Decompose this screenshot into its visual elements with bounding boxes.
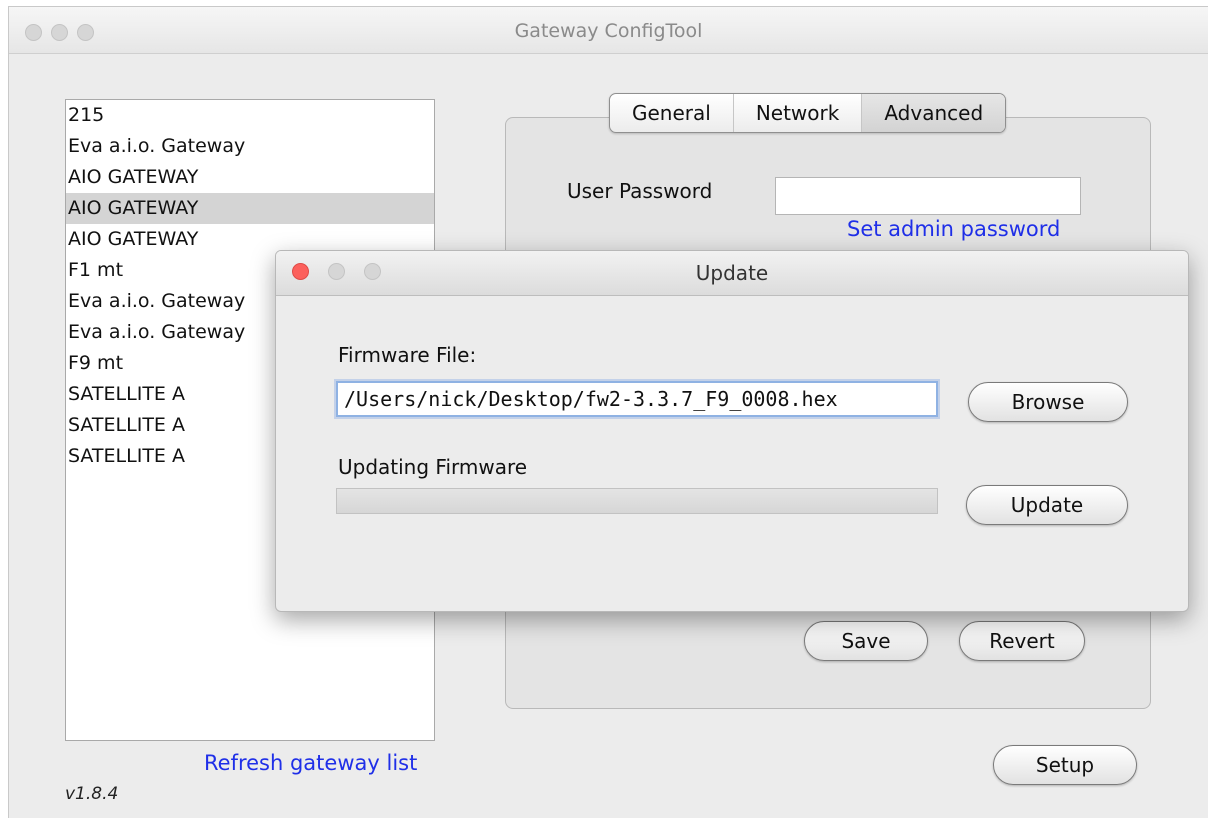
list-item[interactable]: AIO GATEWAY [66,162,434,193]
refresh-gateway-list-link[interactable]: Refresh gateway list [204,751,417,775]
tab-network[interactable]: Network [734,94,863,132]
updating-firmware-label: Updating Firmware [338,455,528,479]
window-title: Gateway ConfigTool [514,20,703,42]
user-password-label: User Password [567,179,713,203]
firmware-file-label: Firmware File: [338,343,477,367]
main-titlebar[interactable]: Gateway ConfigTool [9,7,1208,54]
browse-button[interactable]: Browse [968,382,1128,422]
dialog-title: Update [695,261,769,285]
list-item[interactable]: Eva a.i.o. Gateway [66,131,434,162]
set-admin-password-link[interactable]: Set admin password [847,217,1060,241]
version-label: v1.8.4 [65,784,119,804]
dialog-titlebar[interactable]: Update [276,251,1188,296]
firmware-file-field[interactable]: /Users/nick/Desktop/fw2-3.3.7_F9_0008.he… [336,381,938,417]
save-button[interactable]: Save [804,621,928,661]
user-password-field[interactable] [775,177,1081,215]
list-item[interactable]: 215 [66,100,434,131]
update-dialog: Update Firmware File: /Users/nick/Deskto… [275,250,1189,612]
list-item[interactable]: AIO GATEWAY [66,193,434,224]
firmware-progress-bar [336,488,938,514]
tab-advanced[interactable]: Advanced [862,94,1006,132]
update-button[interactable]: Update [966,485,1128,525]
setup-button[interactable]: Setup [993,745,1137,785]
tab-bar: General Network Advanced [609,93,1007,133]
revert-button[interactable]: Revert [959,621,1085,661]
tab-general[interactable]: General [610,94,734,132]
